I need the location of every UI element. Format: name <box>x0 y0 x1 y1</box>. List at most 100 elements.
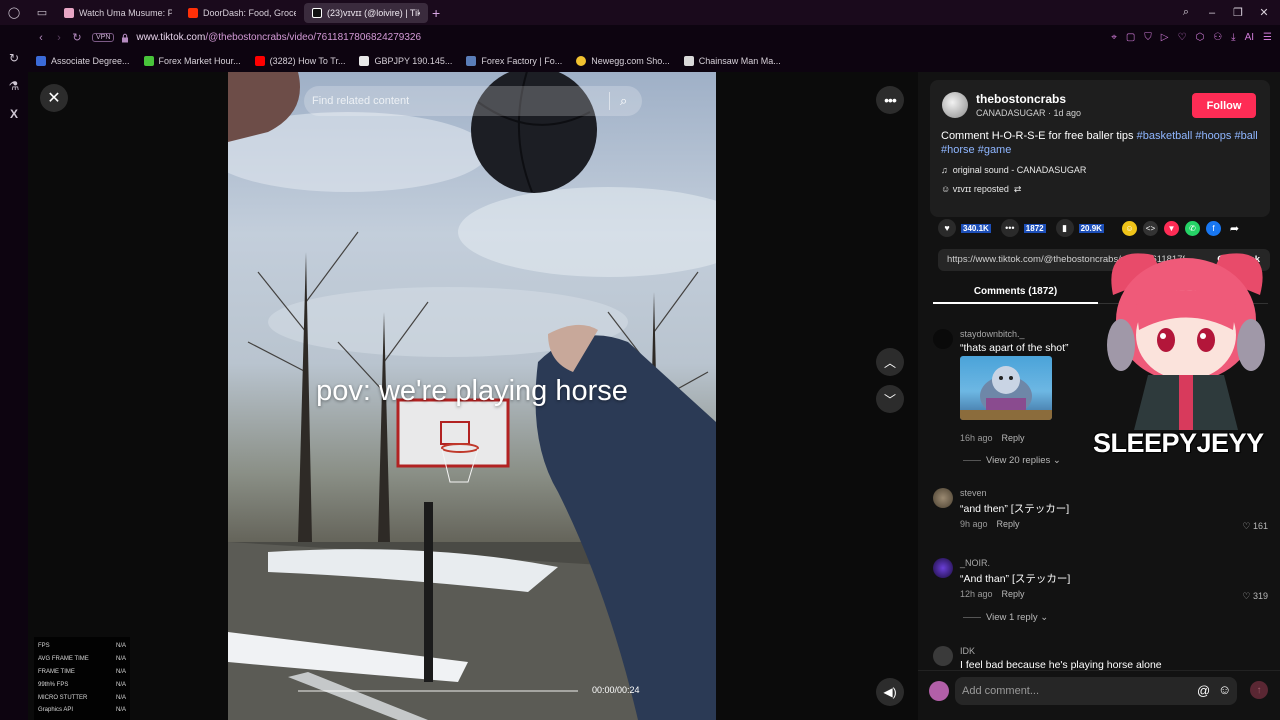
previous-video-button[interactable]: ︿ <box>876 348 904 376</box>
search-icon[interactable]: ⌕ <box>1180 6 1192 19</box>
x-twitter-icon[interactable]: X <box>10 107 18 121</box>
comment-like-button[interactable]: ♡ 319 <box>1242 591 1268 602</box>
video-player[interactable]: Find related content ⌕ pov: we're playin… <box>228 72 716 720</box>
reload-icon[interactable]: ↻ <box>68 31 86 44</box>
repost-icon: ⇄ <box>1013 184 1022 194</box>
newegg-icon <box>576 56 587 66</box>
comment-text: “And than” [ステッカー] <box>960 573 1071 585</box>
view-replies-button[interactable]: View 20 replies ⌄ <box>963 455 1061 466</box>
hashtag-link[interactable]: #ball <box>1234 130 1257 142</box>
related-search-placeholder: Find related content <box>312 95 410 107</box>
reply-button[interactable]: Reply <box>1002 589 1025 599</box>
author-username[interactable]: thebostoncrabs <box>976 92 1066 106</box>
tab-tiktok[interactable]: (23)ᴠɪᴠɪɪ (@loivire) | Tik <box>304 2 428 23</box>
comment-username[interactable]: steven⁣⁣⁣ <box>960 488 987 498</box>
heart-icon[interactable]: ♡ <box>1177 32 1186 43</box>
more-options-button[interactable]: ••• <box>876 86 904 114</box>
comment-username[interactable]: staydownbitch._ <box>960 329 1025 339</box>
play-icon[interactable]: ▷ <box>1161 32 1169 43</box>
video-progress-bar[interactable] <box>298 690 578 692</box>
minimize-icon[interactable]: – <box>1206 7 1218 19</box>
related-search-bar[interactable]: Find related content ⌕ <box>304 86 642 116</box>
close-video-button[interactable]: ✕ <box>40 84 68 112</box>
follow-button[interactable]: Follow <box>1192 93 1256 118</box>
close-window-icon[interactable]: ✕ <box>1258 6 1270 19</box>
tab-comments[interactable]: Comments (1872) <box>933 280 1098 304</box>
hashtag-link[interactable]: #basketball <box>1137 130 1193 142</box>
avatar[interactable] <box>933 646 953 666</box>
reply-button[interactable]: Reply <box>997 519 1020 529</box>
bookmark-icon[interactable]: ⌖ <box>1111 32 1117 43</box>
sidebar-toggle-icon[interactable]: ☰ <box>1263 32 1272 43</box>
bookmark-favicon-icon <box>143 56 154 66</box>
sound-link[interactable]: ♫ original sound - CANADASUGAR <box>941 165 1086 175</box>
send-icon[interactable]: ▼ <box>1163 220 1179 236</box>
like-button[interactable]: ♥ 340.1K <box>938 219 991 237</box>
tab-doordash[interactable]: DoorDash: Food, Grocery <box>180 3 304 23</box>
comment-like-button[interactable]: ♡ 161 <box>1242 521 1268 532</box>
volume-button[interactable]: ◀) <box>876 678 904 706</box>
bookmark-forex-market-hours[interactable]: Forex Market Hour... <box>143 56 241 66</box>
restore-icon[interactable]: ❐ <box>1232 6 1244 19</box>
bookmark-newegg[interactable]: Newegg.com Sho... <box>576 56 670 66</box>
emoji-share-icon[interactable]: ☺ <box>1121 220 1137 236</box>
hashtag-link[interactable]: #game <box>978 144 1012 156</box>
avatar[interactable] <box>933 329 953 349</box>
screenshot-icon[interactable]: ▢ <box>1126 32 1135 43</box>
history-icon[interactable]: ↻ <box>9 51 19 65</box>
extension-icon[interactable]: ⚗ <box>9 79 20 93</box>
comment-button[interactable]: ••• 1872 <box>1000 219 1046 237</box>
search-icon[interactable]: ⌕ <box>620 93 642 109</box>
avatar[interactable] <box>942 92 968 118</box>
tab-manager-icon[interactable]: ▭ <box>34 5 50 21</box>
mention-icon[interactable]: @ <box>1197 683 1210 698</box>
bookmark-favicon-icon <box>36 56 46 66</box>
comment-count: 1872 <box>1023 223 1046 233</box>
url-host: www.tiktok.com <box>136 32 206 43</box>
comment-sticker-image[interactable] <box>960 356 1052 420</box>
comment-username[interactable]: IDK <box>960 646 975 656</box>
sticker-art <box>960 366 1052 420</box>
avatar[interactable] <box>933 558 953 578</box>
comment-icon: ••• <box>1000 219 1019 237</box>
facebook-icon[interactable]: f <box>1205 220 1221 236</box>
bookmark-youtube[interactable]: (3282) How To Tr... <box>254 56 345 66</box>
shield-icon[interactable]: ⛉ <box>1144 32 1152 43</box>
reply-button[interactable]: Reply <box>1002 433 1025 443</box>
bookmark-associate-degree[interactable]: Associate Degree... <box>36 56 130 66</box>
browser-menu-icon[interactable]: ◯ <box>6 5 22 21</box>
performance-overlay: FPS N/A AVG FRAME TIME N/A FRAME TIME N/A 9… <box>34 637 130 720</box>
emoji-icon[interactable]: ☺ <box>1218 682 1231 697</box>
view-replies-button[interactable]: View 1 reply ⌄ <box>963 612 1048 623</box>
bookmark-forex-factory[interactable]: Forex Factory | Fo... <box>466 56 562 66</box>
next-video-button[interactable]: ﹀ <box>876 385 904 413</box>
embed-icon[interactable]: <> <box>1142 220 1158 236</box>
new-tab-icon[interactable]: + <box>432 5 440 21</box>
comment-item: IDK I feel bad because he's playing hors… <box>933 646 1268 670</box>
forward-icon[interactable]: › <box>50 32 68 44</box>
comment-username[interactable]: _NOIR. <box>960 558 990 568</box>
post-comment-button[interactable]: ↑ <box>1250 681 1268 699</box>
ai-button[interactable]: AI <box>1245 32 1254 43</box>
share-arrow-icon[interactable]: ➦ <box>1227 221 1242 236</box>
avatar[interactable] <box>933 488 953 508</box>
url-field[interactable]: www.tiktok.com/@thebostoncrabs/video/761… <box>136 32 421 43</box>
download-icon[interactable]: ⤓ <box>1231 32 1235 43</box>
user-icon[interactable]: ⚇ <box>1213 32 1222 43</box>
youtube-icon <box>254 56 265 66</box>
comment-meta: 9h ago Reply <box>960 519 1020 529</box>
puzzle-icon[interactable]: ⬡ <box>1195 32 1204 43</box>
stat-row: MICRO STUTTER N/A <box>38 694 126 701</box>
tab-uma-musume[interactable]: Watch Uma Musume: Pret <box>56 3 180 23</box>
bookmark-gbpjpy[interactable]: GBPJPY 190.145... <box>359 56 452 66</box>
back-icon[interactable]: ‹ <box>32 32 50 44</box>
hashtag-link[interactable]: #horse <box>941 144 975 156</box>
lock-icon[interactable] <box>120 33 130 43</box>
whatsapp-icon[interactable]: ✆ <box>1184 220 1200 236</box>
vpn-badge[interactable]: VPN <box>92 33 115 42</box>
comment-input[interactable] <box>955 677 1237 705</box>
bookmark-chainsaw-man[interactable]: Chainsaw Man Ma... <box>683 56 781 66</box>
author-nickname-date: CANADASUGAR · 1d ago <box>976 108 1082 118</box>
hashtag-link[interactable]: #hoops <box>1195 130 1231 142</box>
tab-title: DoorDash: Food, Grocery <box>203 7 296 18</box>
